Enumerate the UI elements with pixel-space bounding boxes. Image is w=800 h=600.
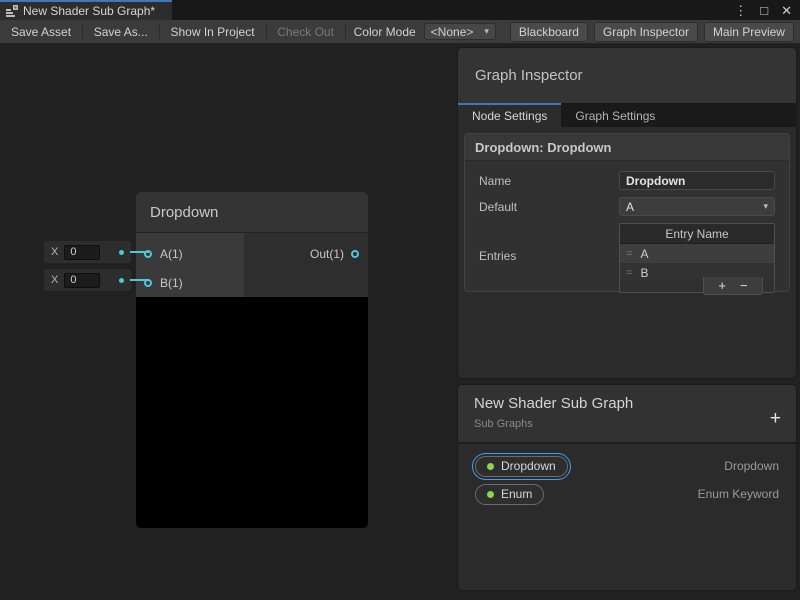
show-in-project-button[interactable]: Show In Project [159, 20, 265, 44]
entries-list-controls: + − [703, 277, 763, 295]
axis-x-label: X [51, 246, 58, 258]
input-b-value-widget: X 0 [44, 269, 131, 291]
entry-name: B [640, 266, 648, 280]
blackboard-item-enum: Enum Enum Keyword [458, 480, 796, 508]
drag-handle-icon[interactable]: = [626, 248, 632, 260]
edge-b[interactable] [130, 279, 149, 281]
save-as-button[interactable]: Save As... [83, 20, 159, 44]
entries-label: Entries [479, 249, 619, 263]
input-a-value-field[interactable]: 0 [64, 245, 100, 260]
inspector-title: Graph Inspector [458, 48, 796, 103]
name-field[interactable]: Dropdown [619, 171, 775, 190]
chevron-down-icon: ▾ [484, 26, 489, 37]
widget-a-port-icon[interactable] [119, 250, 124, 255]
output-port-row: Out(1) [244, 239, 368, 268]
shader-graph-icon [6, 5, 18, 17]
input-port-a-label: A(1) [160, 247, 183, 261]
axis-x-label: X [51, 274, 58, 286]
input-port-row-a: A(1) [136, 239, 244, 268]
add-property-button[interactable]: + [770, 409, 781, 428]
save-asset-button[interactable]: Save Asset [0, 20, 82, 44]
blackboard-item-dropdown: Dropdown Dropdown [458, 452, 796, 480]
color-mode-dropdown[interactable]: <None> ▾ [424, 23, 496, 40]
node-title[interactable]: Dropdown [136, 192, 368, 233]
node-preview [136, 297, 368, 528]
default-dropdown[interactable]: A ▾ [619, 197, 775, 216]
color-mode-value: <None> [431, 25, 481, 39]
dropdown-property-pill[interactable]: Dropdown [475, 456, 568, 477]
main-preview-toggle-button[interactable]: Main Preview [704, 22, 794, 42]
drag-handle-icon[interactable]: = [626, 267, 632, 279]
name-label: Name [479, 174, 619, 188]
toolbar: Save Asset Save As... Show In Project Ch… [0, 20, 800, 44]
blackboard-panel: New Shader Sub Graph Sub Graphs + Dropdo… [458, 385, 796, 590]
input-a-value-widget: X 0 [44, 241, 131, 263]
close-icon[interactable]: ✕ [781, 4, 792, 17]
port-out-icon[interactable] [351, 250, 359, 258]
input-b-value-field[interactable]: 0 [64, 273, 100, 288]
tab-title: New Shader Sub Graph* [23, 4, 155, 18]
graph-inspector-panel: Graph Inspector Node Settings Graph Sett… [458, 48, 796, 378]
entry-name: A [640, 247, 648, 261]
enum-property-pill[interactable]: Enum [475, 484, 544, 505]
maximize-icon[interactable]: □ [760, 4, 768, 17]
graph-inspector-toggle-button[interactable]: Graph Inspector [594, 22, 698, 42]
default-label: Default [479, 200, 619, 214]
property-name: Dropdown [501, 459, 556, 473]
check-out-button: Check Out [266, 20, 345, 44]
blackboard-subtitle: Sub Graphs [474, 418, 780, 430]
edge-a[interactable] [130, 251, 149, 253]
menu-icon[interactable]: ⋮ [734, 4, 747, 17]
blackboard-title: New Shader Sub Graph [474, 395, 780, 412]
remove-entry-button[interactable]: − [740, 279, 748, 292]
entry-row[interactable]: = A [620, 244, 774, 263]
blackboard-toggle-button[interactable]: Blackboard [510, 22, 588, 42]
property-dot-icon [487, 491, 494, 498]
chevron-down-icon: ▾ [763, 201, 768, 212]
unity-shader-graph-window: New Shader Sub Graph* ⋮ □ ✕ Save Asset S… [0, 0, 800, 600]
property-dot-icon [487, 463, 494, 470]
blackboard-header: New Shader Sub Graph Sub Graphs + [458, 385, 796, 444]
color-mode-label: Color Mode [346, 25, 424, 39]
dropdown-node[interactable]: Dropdown A(1) B(1) Out(1) [136, 192, 368, 528]
widget-b-port-icon[interactable] [119, 278, 124, 283]
node-input-ports: A(1) B(1) [136, 233, 244, 297]
window-controls: ⋮ □ ✕ [734, 0, 792, 20]
tab-node-settings[interactable]: Node Settings [458, 103, 561, 127]
input-port-row-b: B(1) [136, 268, 244, 297]
tab-graph-settings[interactable]: Graph Settings [561, 103, 669, 127]
property-type-label: Dropdown [724, 459, 779, 473]
entries-header: Entry Name [620, 224, 774, 244]
add-entry-button[interactable]: + [718, 279, 726, 292]
property-type-label: Enum Keyword [698, 487, 779, 501]
document-tab[interactable]: New Shader Sub Graph* [0, 0, 172, 20]
node-output-ports: Out(1) [244, 233, 368, 297]
inspector-tab-bar: Node Settings Graph Settings [458, 103, 796, 127]
default-value: A [626, 200, 763, 214]
property-name: Enum [501, 487, 532, 501]
dropdown-settings-group: Dropdown: Dropdown Name Dropdown Default… [464, 133, 790, 292]
input-port-b-label: B(1) [160, 276, 183, 290]
output-port-label: Out(1) [310, 247, 344, 261]
group-title: Dropdown: Dropdown [465, 134, 789, 161]
title-bar: New Shader Sub Graph* ⋮ □ ✕ [0, 0, 800, 20]
